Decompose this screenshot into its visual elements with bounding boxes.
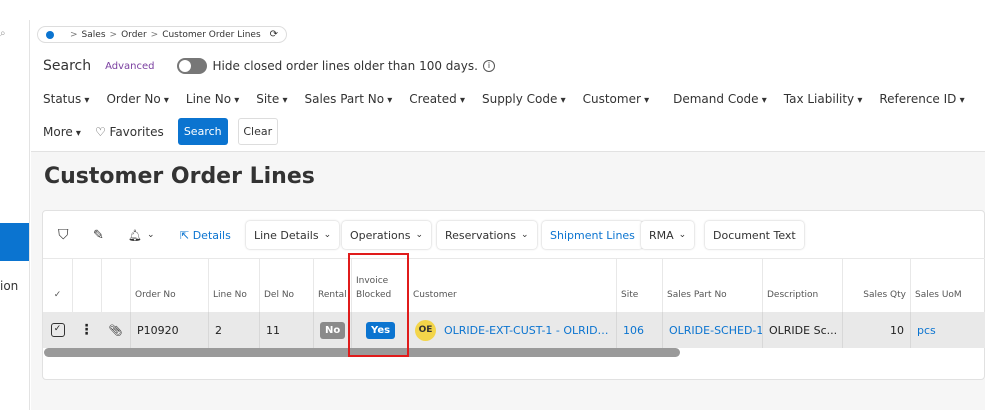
sidebar-active-item[interactable] — [0, 223, 29, 261]
chevron-down-icon: ⌄ — [678, 230, 687, 240]
document-text-button[interactable]: Document Text — [705, 221, 804, 249]
cell-sales-qty[interactable]: 10 — [842, 312, 910, 348]
breadcrumb-item-order[interactable]: Order — [121, 30, 147, 40]
select-all-checkbox[interactable]: ✓ — [43, 259, 72, 312]
search-row: Search Advanced Hide closed order lines … — [43, 58, 495, 74]
breadcrumb-item-sales[interactable]: Sales — [82, 30, 106, 40]
breadcrumb-separator: > — [109, 29, 118, 40]
header-attach-column — [101, 259, 130, 312]
filter-icon[interactable]: ⛉ — [58, 221, 69, 249]
column-header-line-no[interactable]: Line No — [208, 259, 259, 312]
breadcrumb-item-current: Customer Order Lines — [162, 29, 261, 40]
column-header-description[interactable]: Description — [762, 259, 842, 312]
column-header-order-no[interactable]: Order No — [130, 259, 208, 312]
filter-supply-code[interactable]: Supply Code — [482, 92, 566, 106]
cell-line-no[interactable]: 2 — [208, 312, 259, 348]
main-content: > Sales > Order > Customer Order Lines ⟳… — [31, 20, 985, 410]
table-header: ✓ Order No Line No Del No Rental Invoice… — [43, 259, 985, 312]
cell-site[interactable]: 106 — [616, 312, 662, 348]
customer-avatar: OE — [415, 319, 436, 341]
shipment-lines-button[interactable]: Shipment Lines — [542, 221, 643, 249]
attachment-icon[interactable]: 📎︎ — [101, 312, 130, 348]
cell-customer[interactable]: OE OLRIDE-EXT-CUST-1 - OLRIDE Ex... — [408, 312, 616, 348]
search-button[interactable]: Search — [177, 118, 228, 145]
chevron-down-icon: ⌄ — [146, 230, 155, 240]
rma-label: RMA — [649, 228, 674, 242]
rma-button[interactable]: RMA ⌄ — [641, 221, 695, 249]
toggle-knob — [178, 60, 191, 72]
bell-icon: 🔔︎ — [128, 228, 142, 242]
customer-link[interactable]: OLRIDE-EXT-CUST-1 - OLRIDE Ex... — [444, 324, 610, 337]
hide-closed-toggle[interactable] — [176, 58, 207, 74]
column-header-del-no[interactable]: Del No — [259, 259, 313, 312]
favorites-button[interactable]: ♡ Favorites — [95, 125, 164, 139]
filter-reference-id[interactable]: Reference ID — [879, 92, 964, 106]
more-filters-button[interactable]: More — [43, 125, 81, 139]
column-header-customer[interactable]: Customer — [408, 259, 616, 312]
row-menu-icon[interactable]: ⋮ — [72, 312, 101, 348]
filter-status[interactable]: Status — [43, 92, 89, 106]
column-header-sales-uom[interactable]: Sales UoM — [910, 259, 985, 312]
operations-label: Operations — [350, 228, 411, 242]
filter-fields: Status Order No Line No Site Sales Part … — [43, 92, 982, 106]
filter-order-no[interactable]: Order No — [106, 92, 168, 106]
row-checkbox[interactable]: ✓ — [43, 312, 72, 348]
sidebar: ⌕ ion — [0, 20, 30, 410]
filter-created[interactable]: Created — [409, 92, 465, 106]
cell-description[interactable]: OLRIDE Sc... — [762, 312, 842, 348]
column-header-sales-part-no[interactable]: Sales Part No — [662, 259, 762, 312]
column-header-site[interactable]: Site — [616, 259, 662, 312]
page-title: Customer Order Lines — [44, 164, 315, 189]
reservations-button[interactable]: Reservations ⌄ — [437, 221, 537, 249]
cell-sales-uom[interactable]: pcs — [910, 312, 985, 348]
chevron-down-icon: ⌄ — [323, 230, 332, 240]
sidebar-search-icon[interactable]: ⌕ — [0, 28, 6, 39]
reservations-label: Reservations — [445, 228, 516, 242]
column-header-sales-qty[interactable]: Sales Qty — [842, 259, 910, 312]
chevron-down-icon: ⌄ — [521, 230, 529, 240]
info-icon[interactable]: i — [482, 60, 495, 72]
table-row[interactable]: ✓ ⋮ 📎︎ P10920 2 11 No Yes OE OLRIDE-EXT-… — [43, 312, 985, 348]
invoice-blocked-highlight-box — [348, 253, 409, 357]
filter-tax-liability[interactable]: Tax Liability — [784, 92, 863, 106]
toggle-label: Hide closed order lines older than 100 d… — [212, 59, 478, 73]
checkbox-checked-icon: ✓ — [50, 323, 65, 337]
line-details-button[interactable]: Line Details ⌄ — [246, 221, 340, 249]
cell-rental[interactable]: No — [313, 312, 351, 348]
filter-customer[interactable]: Customer — [583, 92, 650, 106]
operations-button[interactable]: Operations ⌄ — [342, 221, 432, 249]
rental-badge: No — [320, 321, 346, 339]
search-label: Search — [43, 58, 92, 74]
cell-del-no[interactable]: 11 — [259, 312, 313, 348]
notification-bell-button[interactable]: 🔔︎ ⌄ — [128, 221, 155, 249]
line-details-label: Line Details — [254, 228, 319, 242]
table-toolbar: ⛉ ✎ 🔔︎ ⌄ ⇱ Details Line Details ⌄ Operat… — [43, 211, 985, 259]
filter-line-no[interactable]: Line No — [186, 92, 239, 106]
home-dot-icon[interactable] — [46, 30, 54, 39]
breadcrumb: > Sales > Order > Customer Order Lines ⟳ — [37, 26, 288, 43]
cell-order-no[interactable]: P10920 — [130, 312, 208, 348]
sidebar-item-label[interactable]: ion — [0, 279, 18, 293]
search-panel: > Sales > Order > Customer Order Lines ⟳… — [31, 20, 985, 152]
details-button[interactable]: ⇱ Details — [180, 221, 231, 249]
column-header-rental[interactable]: Rental — [313, 259, 351, 312]
top-bar — [0, 0, 985, 20]
breadcrumb-separator: > — [150, 29, 159, 40]
edit-icon[interactable]: ✎ — [93, 221, 104, 249]
filter-sales-part-no[interactable]: Sales Part No — [304, 92, 392, 106]
advanced-link[interactable]: Advanced — [105, 61, 154, 72]
clear-button[interactable]: Clear — [237, 118, 278, 145]
chevron-down-icon: ⌄ — [415, 230, 424, 240]
breadcrumb-separator: > — [70, 29, 78, 40]
refresh-icon[interactable]: ⟳ — [270, 29, 278, 40]
order-lines-table-panel: ⛉ ✎ 🔔︎ ⌄ ⇱ Details Line Details ⌄ Operat… — [42, 210, 985, 380]
header-menu-column — [72, 259, 101, 312]
cell-sales-part-no[interactable]: OLRIDE-SCHED-1 — [662, 312, 762, 348]
filter-site[interactable]: Site — [256, 92, 287, 106]
filter-actions: More ♡ Favorites Search Clear — [43, 118, 278, 145]
filter-demand-code[interactable]: Demand Code — [673, 92, 767, 106]
